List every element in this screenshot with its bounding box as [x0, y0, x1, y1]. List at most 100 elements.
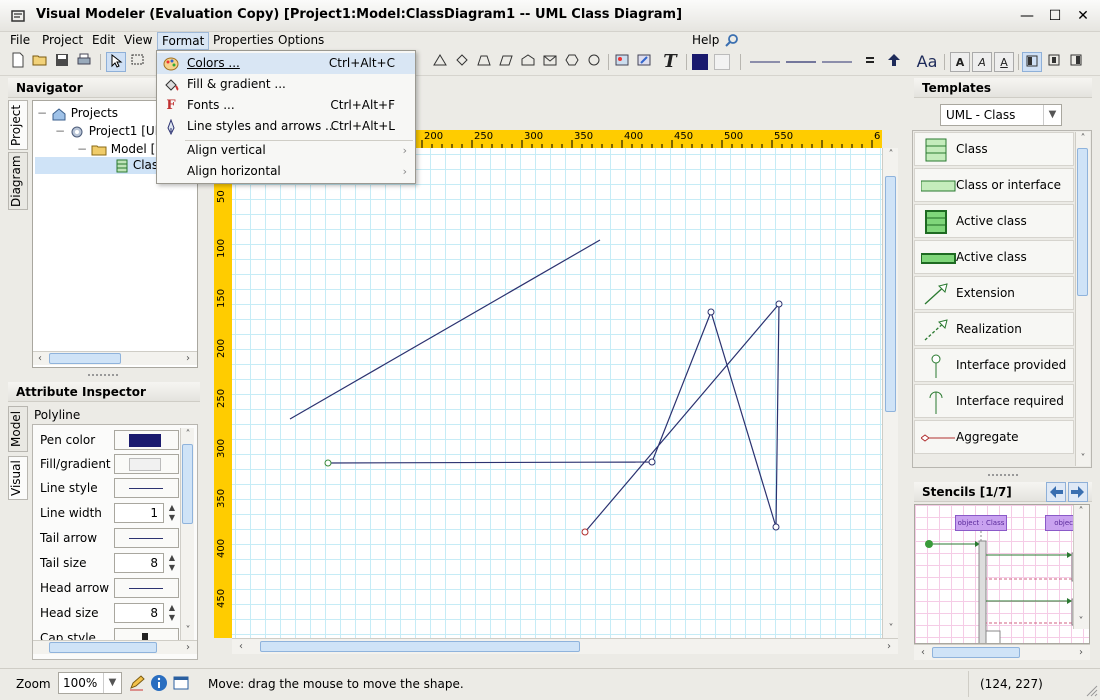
menu-properties[interactable]: Properties	[209, 32, 278, 50]
menu-project[interactable]: Project	[38, 32, 87, 50]
line-width-icon[interactable]	[860, 52, 880, 72]
fill-color-swatch[interactable]	[712, 52, 732, 72]
resize-grip-icon[interactable]	[1084, 683, 1098, 697]
diagram-canvas[interactable]	[232, 148, 882, 638]
triangle-tool-icon[interactable]	[430, 52, 450, 72]
tab-visual[interactable]: Visual	[8, 456, 28, 500]
scroll-left-icon[interactable]: ‹	[33, 352, 47, 366]
inspector-vscrollbar[interactable]: ˄ ˅	[180, 428, 194, 640]
scroll-left-icon[interactable]: ‹	[916, 646, 930, 660]
arrow-up-style-icon[interactable]	[884, 52, 904, 72]
menu-format[interactable]: Format	[157, 32, 210, 50]
vertex-handle[interactable]	[648, 458, 656, 466]
menu-item-line-styles[interactable]: Line styles and arrows ... Ctrl+Alt+L	[157, 116, 415, 137]
edit-pencil-icon[interactable]	[128, 674, 146, 692]
menu-item-colors[interactable]: Colors ... Ctrl+Alt+C	[157, 53, 415, 74]
line-style-thin-button[interactable]	[820, 52, 854, 72]
italic-text-button[interactable]: A	[972, 52, 992, 72]
menu-help[interactable]: Help	[688, 32, 723, 50]
window-icon[interactable]	[172, 674, 190, 692]
ellipse-tool-icon[interactable]	[584, 52, 604, 72]
template-realization[interactable]: Realization	[914, 312, 1074, 346]
align-left-icon[interactable]	[1022, 52, 1042, 72]
close-button[interactable]: ✕	[1072, 6, 1094, 26]
tab-diagram[interactable]: Diagram	[8, 152, 28, 210]
selected-polyline[interactable]	[327, 302, 780, 533]
new-icon[interactable]	[8, 52, 28, 72]
inspector-hscrollbar[interactable]: ›	[33, 640, 197, 654]
diamond-tool-icon[interactable]	[452, 52, 472, 72]
vertex-handle[interactable]	[772, 523, 780, 531]
image-tool-icon[interactable]	[612, 52, 632, 72]
menu-edit[interactable]: Edit	[88, 32, 119, 50]
tab-project[interactable]: Project	[8, 100, 28, 150]
parallelogram-tool-icon[interactable]	[496, 52, 516, 72]
stepper-arrows-icon[interactable]: ▲ ▼	[165, 603, 179, 623]
save-icon[interactable]	[52, 52, 72, 72]
menu-view[interactable]: View	[120, 32, 156, 50]
chevron-down-icon[interactable]: ▼	[103, 673, 121, 693]
trapezoid-tool-icon[interactable]	[474, 52, 494, 72]
zoom-select[interactable]: 100% ▼	[58, 672, 122, 694]
tail-arrow-picker[interactable]	[114, 528, 179, 548]
scroll-up-icon[interactable]: ˄	[884, 148, 898, 162]
previous-stencil-button[interactable]	[1046, 482, 1066, 502]
line-width-input[interactable]: 1	[114, 503, 164, 523]
menu-item-fonts[interactable]: F Fonts ... Ctrl+Alt+F	[157, 95, 415, 116]
scroll-up-icon[interactable]: ˄	[1076, 132, 1090, 146]
scroll-right-icon[interactable]: ›	[181, 352, 195, 366]
open-icon[interactable]	[30, 52, 50, 72]
scroll-thumb[interactable]	[49, 353, 121, 364]
scroll-down-icon[interactable]: ˅	[884, 622, 898, 636]
envelope-shape-tool-icon[interactable]	[540, 52, 560, 72]
font-tool-button[interactable]: Aa	[914, 52, 940, 72]
template-class-or-interface[interactable]: Class or interface	[914, 168, 1074, 202]
template-interface-required[interactable]: Interface required	[914, 384, 1074, 418]
tail-size-input[interactable]: 8	[114, 553, 164, 573]
vertex-handle[interactable]	[324, 459, 332, 467]
search-icon[interactable]	[724, 33, 740, 49]
template-extension[interactable]: Extension	[914, 276, 1074, 310]
stepper-arrows-icon[interactable]: ▲ ▼	[165, 503, 179, 523]
canvas-vscrollbar[interactable]: ˄ ˅	[882, 148, 898, 638]
menu-item-align-vertical[interactable]: Align vertical ›	[157, 140, 415, 161]
vertex-handle[interactable]	[581, 528, 589, 536]
scroll-thumb[interactable]	[932, 647, 1020, 658]
pen-color-picker[interactable]	[114, 430, 179, 450]
standalone-line[interactable]	[289, 239, 601, 420]
menu-item-align-horizontal[interactable]: Align horizontal ›	[157, 161, 415, 182]
underline-text-button[interactable]: A	[994, 52, 1014, 72]
cap-style-picker[interactable]	[114, 628, 179, 640]
line-style-solid-button[interactable]	[748, 52, 782, 72]
line-style-picker[interactable]	[114, 478, 179, 498]
stencil-preview[interactable]: object : Class object ˄ ˅	[914, 504, 1090, 644]
tree-expander[interactable]: −	[77, 142, 87, 156]
tab-model[interactable]: Model	[8, 406, 28, 452]
line-style-medium-button[interactable]	[784, 52, 818, 72]
template-set-select[interactable]: UML - Class ▼	[940, 104, 1062, 126]
template-interface-provided[interactable]: Interface provided	[914, 348, 1074, 382]
minimize-button[interactable]: —	[1016, 6, 1038, 26]
scroll-up-icon[interactable]: ˄	[181, 428, 195, 442]
scroll-thumb[interactable]	[885, 176, 896, 412]
vertex-handle[interactable]	[707, 308, 715, 316]
scroll-right-icon[interactable]: ›	[882, 640, 896, 654]
fill-gradient-picker[interactable]	[114, 454, 179, 474]
tree-row-model[interactable]: − Model [	[77, 141, 155, 158]
chevron-down-icon[interactable]: ▼	[1043, 105, 1061, 125]
scroll-thumb[interactable]	[1077, 148, 1088, 296]
house-shape-tool-icon[interactable]	[518, 52, 538, 72]
tree-row-projects[interactable]: − Projects	[37, 105, 118, 122]
scroll-left-icon[interactable]: ‹	[234, 640, 248, 654]
scroll-thumb[interactable]	[49, 642, 157, 653]
stepper-arrows-icon[interactable]: ▲ ▼	[165, 553, 179, 573]
tree-expander[interactable]: −	[55, 124, 65, 138]
select-pointer-icon[interactable]	[106, 52, 126, 72]
template-aggregate[interactable]: Aggregate	[914, 420, 1074, 454]
pen-color-swatch[interactable]	[690, 52, 710, 72]
hexagon-tool-icon[interactable]	[562, 52, 582, 72]
stencil-vscrollbar[interactable]: ˄ ˅	[1073, 505, 1089, 629]
tree-expander[interactable]: −	[37, 106, 47, 120]
template-class[interactable]: Class	[914, 132, 1074, 166]
scroll-right-icon[interactable]: ›	[1074, 646, 1088, 660]
